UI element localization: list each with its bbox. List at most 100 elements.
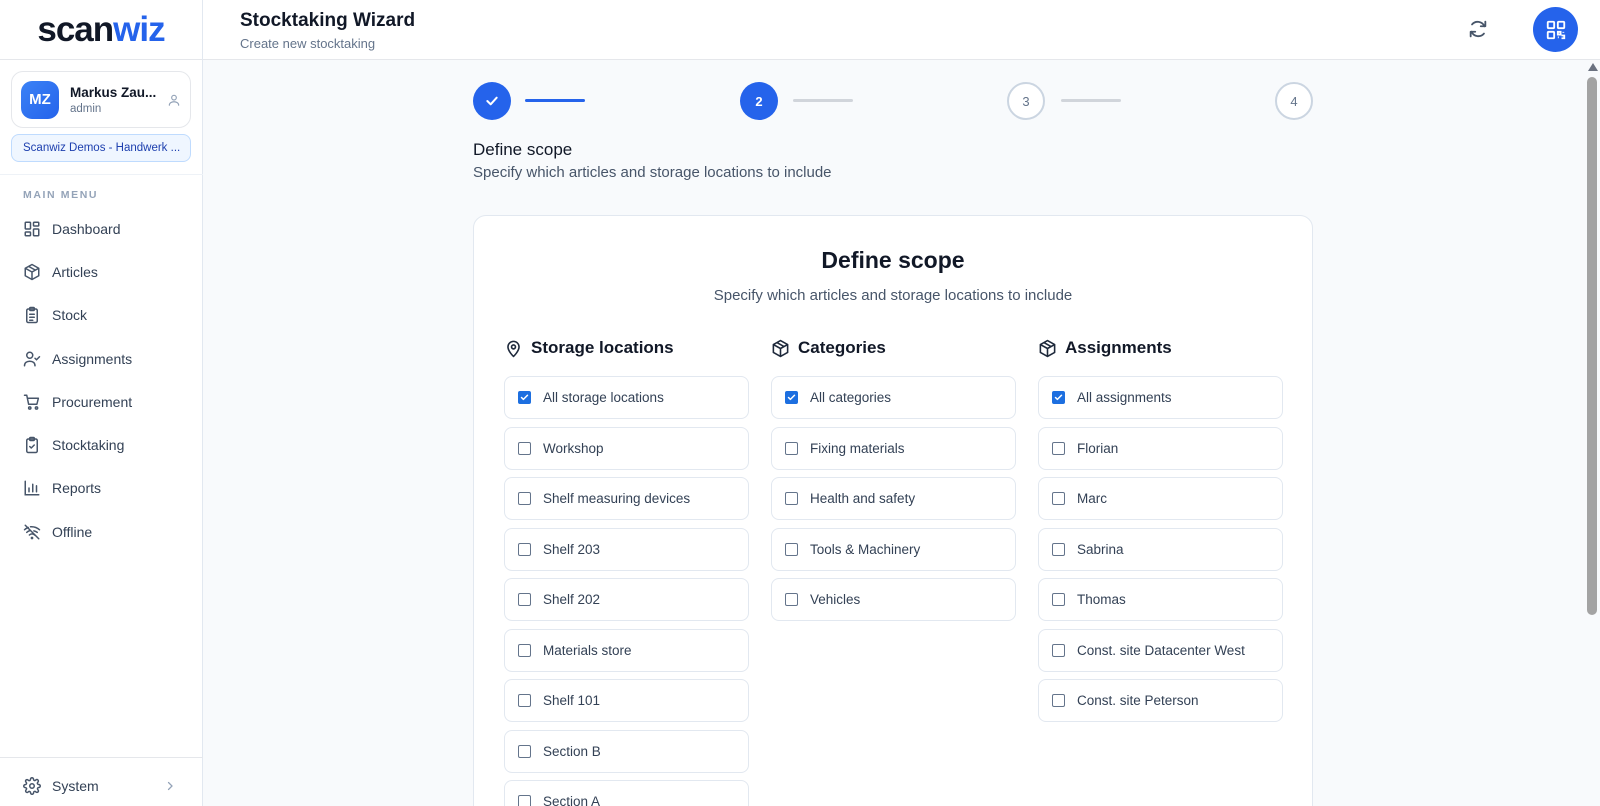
option-sabrina[interactable]: Sabrina	[1038, 527, 1283, 571]
option-label: Fixing materials	[810, 440, 905, 456]
option-marc[interactable]: Marc	[1038, 477, 1283, 520]
option-thomas[interactable]: Thomas	[1038, 578, 1283, 621]
sidebar-item-articles[interactable]: Articles	[0, 250, 203, 293]
qr-code-icon	[1546, 20, 1565, 39]
step-4[interactable]: 4	[1275, 82, 1313, 120]
top-header: Stocktaking Wizard Create new stocktakin…	[203, 0, 1600, 60]
card-subtitle: Specify which articles and storage locat…	[713, 287, 1073, 304]
logo-text-scan: scan	[37, 9, 114, 49]
checkbox[interactable]	[518, 441, 531, 455]
clipboard-check-icon	[26, 436, 38, 454]
map-pin-icon	[507, 340, 520, 357]
option-label: All storage locations	[543, 390, 664, 405]
sidebar-item-system[interactable]: System	[0, 771, 203, 801]
checkbox[interactable]	[785, 542, 798, 556]
option-shelf-measuring-devices[interactable]: Shelf measuring devices	[504, 477, 749, 520]
checkbox[interactable]	[785, 492, 798, 505]
option-all-categories[interactable]: All categories	[771, 376, 1016, 419]
user-check-icon	[23, 351, 41, 367]
categories-column: Categories All categories Fixing materia…	[771, 335, 1016, 629]
option-label: Section A	[543, 794, 601, 806]
checkbox-checked[interactable]	[518, 391, 531, 404]
checkbox-checked[interactable]	[785, 391, 798, 404]
scrollbar-up-arrow[interactable]	[1588, 63, 1598, 71]
option-materials-store[interactable]: Materials store	[504, 628, 749, 672]
option-section-b[interactable]: Section B	[504, 729, 749, 773]
option-label: Sabrina	[1077, 541, 1124, 557]
column-title: Storage locations	[531, 338, 674, 357]
sidebar-item-assignments[interactable]: Assignments	[0, 337, 203, 380]
refresh-icon[interactable]	[1467, 18, 1489, 40]
checkbox[interactable]	[1052, 542, 1065, 556]
sidebar-divider	[0, 174, 203, 175]
checkbox[interactable]	[1052, 441, 1065, 455]
organization-selector[interactable]: Scanwiz Demos - Handwerk ...	[11, 134, 191, 162]
option-const-site-datacenter-west[interactable]: Const. site Datacenter West	[1038, 628, 1283, 672]
checkbox[interactable]	[518, 795, 531, 806]
checkbox[interactable]	[518, 694, 531, 707]
checkbox[interactable]	[1052, 643, 1065, 657]
system-divider	[0, 757, 203, 758]
checkbox[interactable]	[1052, 593, 1065, 606]
user-card[interactable]: MZ Markus Zau... admin	[11, 71, 191, 128]
sidebar-item-offline[interactable]: Offline	[0, 510, 203, 553]
user-role: admin	[70, 102, 102, 115]
cart-icon	[23, 394, 40, 410]
option-vehicles[interactable]: Vehicles	[771, 578, 1016, 621]
sidebar-item-stock[interactable]: Stock	[0, 294, 203, 337]
assignments-heading: Assignments	[1038, 335, 1283, 361]
column-title: Assignments	[1065, 338, 1172, 357]
sidebar-item-reports[interactable]: Reports	[0, 467, 203, 510]
chevron-right-icon	[167, 781, 173, 791]
checkbox[interactable]	[1052, 492, 1065, 505]
check-icon	[486, 96, 498, 106]
option-label: Shelf measuring devices	[543, 491, 691, 506]
checkbox[interactable]	[518, 744, 531, 758]
scanwiz-logo[interactable]: scan wiz	[0, 0, 202, 60]
option-shelf-101[interactable]: Shelf 101	[504, 679, 749, 722]
sidebar-item-label: Stocktaking	[52, 437, 125, 454]
qr-scan-button[interactable]	[1533, 7, 1578, 52]
checkbox[interactable]	[518, 643, 531, 657]
option-label: Florian	[1077, 440, 1119, 456]
option-const-site-peterson[interactable]: Const. site Peterson	[1038, 679, 1283, 722]
avatar: MZ	[21, 80, 59, 119]
option-all-assignments[interactable]: All assignments	[1038, 376, 1283, 419]
option-florian[interactable]: Florian	[1038, 426, 1283, 470]
user-icon[interactable]	[167, 93, 181, 107]
checkbox[interactable]	[518, 593, 531, 606]
main-menu-title: MAIN MENU	[23, 189, 99, 201]
step-1-complete[interactable]	[473, 82, 511, 120]
option-workshop[interactable]: Workshop	[504, 426, 749, 470]
option-fixing-materials[interactable]: Fixing materials	[771, 426, 1016, 470]
checkbox-checked[interactable]	[1052, 391, 1065, 404]
step-3[interactable]: 3	[1007, 82, 1045, 120]
option-all-storage-locations[interactable]: All storage locations	[504, 376, 749, 419]
option-health-and-safety[interactable]: Health and safety	[771, 477, 1016, 520]
option-section-a[interactable]: Section A	[504, 780, 749, 806]
sidebar-item-procurement[interactable]: Procurement	[0, 380, 203, 423]
checkbox[interactable]	[785, 593, 798, 606]
sidebar-item-dashboard[interactable]: Dashboard	[0, 207, 203, 250]
sidebar-item-label: Reports	[52, 480, 102, 497]
step-2-active[interactable]: 2	[740, 82, 778, 120]
box-icon	[1039, 339, 1056, 357]
sidebar-item-stocktaking[interactable]: Stocktaking	[0, 423, 203, 466]
sidebar-item-label: Stock	[52, 307, 88, 324]
logo-text-wiz: wiz	[113, 9, 165, 49]
checkbox[interactable]	[518, 542, 531, 556]
checkbox[interactable]	[518, 492, 531, 505]
option-label: Vehicles	[810, 592, 861, 607]
option-label: Marc	[1077, 491, 1107, 506]
option-shelf-203[interactable]: Shelf 203	[504, 527, 749, 571]
checkbox[interactable]	[1052, 694, 1065, 707]
option-tools-machinery[interactable]: Tools & Machinery	[771, 527, 1016, 571]
checkbox[interactable]	[785, 441, 798, 455]
option-label: Section B	[543, 743, 601, 759]
page-title: Stocktaking Wizard	[240, 10, 416, 31]
scrollbar-thumb[interactable]	[1587, 77, 1597, 615]
box-icon	[772, 339, 789, 357]
option-label: Tools & Machinery	[810, 541, 921, 557]
page-subtitle: Create new stocktaking	[240, 36, 376, 51]
option-shelf-202[interactable]: Shelf 202	[504, 578, 749, 621]
